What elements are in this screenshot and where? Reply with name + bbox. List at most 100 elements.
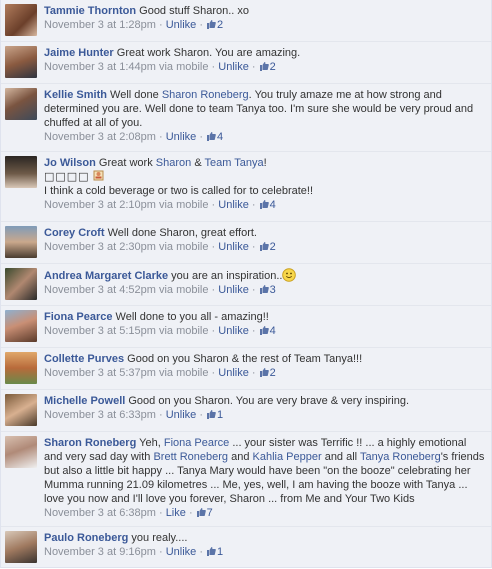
separator: · (251, 241, 256, 253)
comment-author[interactable]: Paulo Roneberg (44, 532, 128, 544)
like-count[interactable]: 2 (270, 241, 276, 253)
thumbs-up-icon (207, 547, 216, 556)
comment-timestamp[interactable]: November 3 at 9:16pm (44, 546, 156, 558)
comment-author[interactable]: Jo Wilson (44, 157, 96, 169)
beer-emoji-icon (93, 170, 104, 181)
comment-item: Fiona Pearce Well done to you all - amaz… (1, 305, 491, 347)
avatar[interactable] (5, 310, 37, 342)
like-count[interactable]: 4 (270, 325, 276, 337)
avatar[interactable] (5, 531, 37, 563)
comment-text: Good on you Sharon & the rest of Team Ta… (127, 353, 363, 365)
comment-timestamp[interactable]: November 3 at 6:33pm (44, 409, 156, 421)
comment-author[interactable]: Collette Purves (44, 353, 124, 365)
mobile-label: via mobile (158, 241, 209, 253)
avatar[interactable] (5, 46, 37, 78)
comment-timestamp[interactable]: November 3 at 1:44pm (44, 61, 156, 73)
unlike-button[interactable]: Unlike (218, 199, 249, 211)
separator: · (158, 19, 163, 31)
thumbs-up-icon (259, 285, 269, 294)
comment-author[interactable]: Kellie Smith (44, 89, 107, 101)
comment-item: Corey Croft Well done Sharon, great effo… (1, 221, 491, 263)
separator: · (251, 325, 256, 337)
thumbs-up-icon (259, 368, 269, 377)
comment-timestamp[interactable]: November 3 at 4:52pm (44, 284, 156, 296)
avatar[interactable] (5, 268, 37, 300)
comment-author[interactable]: Tammie Thornton (44, 5, 136, 17)
tagged-user[interactable]: Sharon Roneberg (162, 89, 249, 101)
mobile-label: via mobile (158, 284, 209, 296)
avatar[interactable] (5, 436, 37, 468)
tagged-page[interactable]: Team Tanya (205, 157, 264, 169)
like-count[interactable]: 4 (270, 199, 276, 211)
like-count[interactable]: 2 (270, 61, 276, 73)
comment-text: Well done Sharon, great effort. (107, 227, 257, 239)
comment-timestamp[interactable]: November 3 at 2:10pm (44, 199, 156, 211)
like-button[interactable]: Like (166, 507, 186, 519)
unlike-button[interactable]: Unlike (218, 241, 249, 253)
unlike-button[interactable]: Unlike (218, 284, 249, 296)
separator: · (211, 367, 216, 379)
comment-timestamp[interactable]: November 3 at 2:30pm (44, 241, 156, 253)
unlike-button[interactable]: Unlike (166, 409, 197, 421)
like-count[interactable]: 1 (217, 409, 223, 421)
separator: · (251, 367, 256, 379)
comment-timestamp[interactable]: November 3 at 2:08pm (44, 131, 156, 143)
avatar[interactable] (5, 226, 37, 258)
mobile-label: via mobile (158, 325, 209, 337)
comment-text: you realy.... (131, 532, 188, 544)
comment-author[interactable]: Jaime Hunter (44, 47, 114, 59)
thumbs-up-icon (207, 132, 216, 141)
avatar[interactable] (5, 4, 37, 36)
comment-text-line: I think a cold beverage or two is called… (44, 185, 314, 197)
comment-author[interactable]: Michelle Powell (44, 395, 125, 407)
tagged-user[interactable]: Fiona Pearce (164, 437, 229, 449)
tagged-user[interactable]: Tanya Roneberg (360, 451, 441, 463)
separator: · (199, 131, 203, 143)
avatar[interactable] (5, 156, 37, 188)
comment-item: Jo Wilson Great work Sharon & Team Tanya… (1, 151, 491, 221)
like-count[interactable]: 2 (270, 367, 276, 379)
separator: · (158, 131, 163, 143)
comment-item: Andrea Margaret Clarke you are an inspir… (1, 263, 491, 305)
unlike-button[interactable]: Unlike (166, 19, 197, 31)
comment-timestamp[interactable]: November 3 at 6:38pm (44, 507, 156, 519)
separator: · (158, 507, 163, 519)
like-count[interactable]: 2 (217, 19, 223, 31)
comment-text: Sharon Roneberg Yeh, Fiona Pearce ... yo… (44, 437, 485, 505)
unlike-button[interactable]: Unlike (218, 61, 249, 73)
tagged-user[interactable]: Kahlia Pepper (253, 451, 322, 463)
avatar[interactable] (5, 88, 37, 120)
thumbs-up-icon (259, 326, 269, 335)
comment-author[interactable]: Sharon Roneberg (44, 437, 136, 449)
comment-item: Sharon Roneberg Yeh, Fiona Pearce ... yo… (1, 431, 491, 526)
comment-author[interactable]: Fiona Pearce (44, 311, 112, 323)
comment-item: Michelle Powell Good on you Sharon. You … (1, 389, 491, 431)
avatar[interactable] (5, 352, 37, 384)
comment-text: Jo Wilson Great work Sharon & Team Tanya… (44, 157, 267, 169)
unlike-button[interactable]: Unlike (166, 546, 197, 558)
like-count[interactable]: 3 (270, 284, 276, 296)
unlike-button[interactable]: Unlike (166, 131, 197, 143)
thumbs-up-icon (259, 242, 269, 251)
like-count[interactable]: 7 (207, 507, 213, 519)
comment-text: Good on you Sharon. You are very brave &… (128, 395, 410, 407)
tagged-user[interactable]: Sharon (156, 157, 191, 169)
comment-text: Kellie Smith Well done Sharon Roneberg. … (44, 89, 474, 129)
comment-timestamp[interactable]: November 3 at 5:15pm (44, 325, 156, 337)
like-count[interactable]: 1 (217, 546, 223, 558)
comment-author[interactable]: Corey Croft (44, 227, 105, 239)
smiley-icon (282, 268, 297, 282)
separator: · (211, 199, 216, 211)
tagged-user[interactable]: Brett Roneberg (153, 451, 228, 463)
comment-timestamp[interactable]: November 3 at 1:28pm (44, 19, 156, 31)
avatar[interactable] (5, 394, 37, 426)
comment-timestamp[interactable]: November 3 at 5:37pm (44, 367, 156, 379)
comment-item: Paulo Roneberg you realy.... November 3 … (1, 526, 491, 567)
thumbs-up-icon (259, 62, 269, 71)
unlike-button[interactable]: Unlike (218, 367, 249, 379)
unlike-button[interactable]: Unlike (218, 325, 249, 337)
comment-author[interactable]: Andrea Margaret Clarke (44, 270, 168, 282)
like-count[interactable]: 4 (217, 131, 223, 143)
comment-text: Good stuff Sharon.. xo (139, 5, 250, 17)
mobile-label: via mobile (158, 367, 209, 379)
